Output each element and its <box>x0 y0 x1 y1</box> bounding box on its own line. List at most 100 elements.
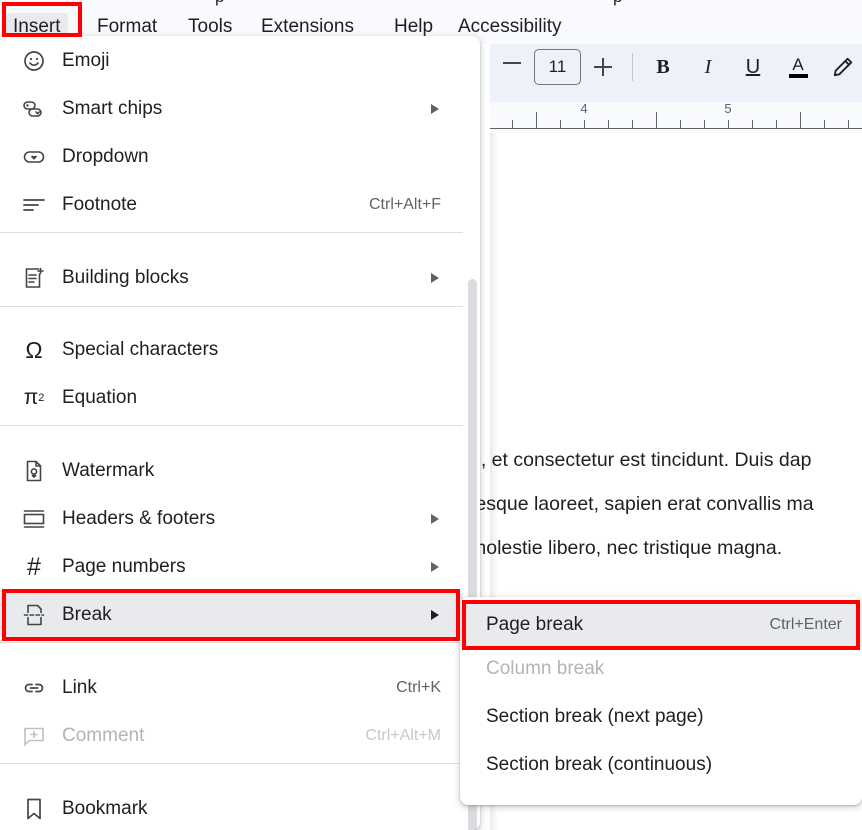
menu-item-equation[interactable]: π2 Equation <box>0 376 463 420</box>
dropdown-icon <box>20 143 48 171</box>
ruler-tick <box>680 120 681 128</box>
menu-item-label: Footnote <box>62 194 137 215</box>
text-color-button[interactable]: A <box>783 52 813 82</box>
font-size-input[interactable]: 11 <box>534 49 581 85</box>
menu-item-footnote[interactable]: Footnote Ctrl+Alt+F <box>0 183 463 227</box>
menu-item-building-blocks[interactable]: Building blocks <box>0 256 463 300</box>
omega-icon: Ω <box>25 336 43 363</box>
horizontal-ruler[interactable]: 4 5 <box>490 101 862 133</box>
menu-item-emoji[interactable]: Emoji <box>0 39 463 83</box>
break-submenu: Page break Ctrl+Enter Column break Secti… <box>460 597 862 805</box>
menu-item-shortcut: Ctrl+Alt+M <box>365 727 441 744</box>
increase-font-size-button-bar <box>602 58 604 76</box>
chevron-right-icon <box>431 514 439 524</box>
ruler-tick <box>704 120 705 128</box>
menu-item-label: Bookmark <box>62 798 148 819</box>
menu-item-dropdown[interactable]: Dropdown <box>0 135 463 179</box>
ruler-tick <box>728 120 729 128</box>
menu-item-label: Break <box>62 604 112 625</box>
menu-item-label: Page numbers <box>62 556 186 577</box>
menu-item-label: Smart chips <box>62 98 163 119</box>
menu-item-label: Comment <box>62 725 145 746</box>
menu-item-label: Headers & footers <box>62 508 216 529</box>
submenu-item-page-break[interactable]: Page break Ctrl+Enter <box>460 603 862 647</box>
ruler-tick <box>560 120 561 128</box>
menu-item-watermark[interactable]: Watermark <box>0 449 463 493</box>
menu-item-label: Emoji <box>62 50 110 71</box>
formatting-toolbar: 11 B I U A <box>490 44 862 102</box>
ruler-tick <box>512 120 513 128</box>
page-numbers-icon: # <box>27 552 41 581</box>
chevron-right-icon <box>431 610 439 620</box>
ruler-tick <box>632 120 633 128</box>
bold-button[interactable]: B <box>648 52 678 82</box>
submenu-item-shortcut: Ctrl+Enter <box>769 616 842 633</box>
comment-icon <box>20 722 48 750</box>
toolbar-divider <box>632 53 633 81</box>
menu-item-page-numbers[interactable]: # Page numbers <box>0 545 463 589</box>
submenu-item-section-break-continuous[interactable]: Section break (continuous) <box>460 743 862 787</box>
ruler-tick <box>800 112 801 128</box>
ruler-tick <box>536 112 537 128</box>
insert-dropdown-menu: Emoji Smart chips Dropdown Footnote Ctrl… <box>0 36 480 830</box>
ruler-tick <box>752 120 753 128</box>
italic-button[interactable]: I <box>693 52 723 82</box>
text-color-swatch <box>788 74 808 78</box>
submenu-item-label: Section break (continuous) <box>486 754 713 775</box>
headers-footers-icon <box>20 505 48 533</box>
ruler-number: 4 <box>580 101 588 116</box>
menu-item-special-characters[interactable]: Ω Special characters <box>0 328 463 372</box>
menu-item-bookmark[interactable]: Bookmark <box>0 787 463 830</box>
menu-item-label: Equation <box>62 387 138 408</box>
chevron-right-icon <box>431 562 439 572</box>
menu-item-label: Dropdown <box>62 146 149 167</box>
ruler-tick <box>584 120 585 128</box>
submenu-item-label: Section break (next page) <box>486 706 704 727</box>
chevron-right-icon <box>431 104 439 114</box>
submenu-item-column-break: Column break <box>460 647 862 691</box>
ruler-tick <box>776 120 777 128</box>
break-icon <box>20 601 48 629</box>
menu-separator <box>0 306 463 307</box>
document-text-line: molestie libero, nec tristique magna. <box>470 537 783 559</box>
bookmark-icon <box>20 795 48 823</box>
chevron-right-icon <box>431 273 439 283</box>
ruler-tick <box>608 120 609 128</box>
menu-item-comment: Comment Ctrl+Alt+M <box>0 714 463 758</box>
menu-item-label: Watermark <box>62 460 155 481</box>
ruler-tick <box>848 120 849 128</box>
text-color-letter: A <box>792 55 804 74</box>
menu-separator <box>0 763 463 764</box>
footnote-icon <box>20 191 48 219</box>
ruler-baseline <box>490 128 862 129</box>
document-text-line: n, et consectetur est tincidunt. Duis da… <box>470 449 812 471</box>
ruler-tick <box>656 112 657 128</box>
menu-item-break[interactable]: Break <box>0 593 463 637</box>
docs-insert-menu-screen: p p 11 B I U A <box>0 0 862 830</box>
submenu-item-label: Column break <box>486 658 605 679</box>
menu-item-label: Building blocks <box>62 267 189 288</box>
decrease-font-size-button[interactable] <box>503 62 521 64</box>
submenu-item-section-break-next-page[interactable]: Section break (next page) <box>460 695 862 739</box>
ruler-tick <box>824 120 825 128</box>
menu-item-label: Link <box>62 677 97 698</box>
menu-item-smart-chips[interactable]: Smart chips <box>0 87 463 131</box>
menu-separator <box>0 232 463 233</box>
ruler-number: 5 <box>724 101 732 116</box>
highlight-color-icon[interactable] <box>828 52 858 82</box>
menu-item-headers-footers[interactable]: Headers & footers <box>0 497 463 541</box>
link-icon <box>20 674 48 702</box>
watermark-icon <box>20 457 48 485</box>
menu-item-label: Special characters <box>62 339 219 360</box>
underline-button[interactable]: U <box>738 52 768 82</box>
menu-item-shortcut: Ctrl+K <box>396 679 441 696</box>
menu-item-shortcut: Ctrl+Alt+F <box>368 196 441 213</box>
smart-chips-icon <box>20 95 48 123</box>
menu-separator <box>0 642 463 643</box>
submenu-item-label: Page break <box>486 614 584 635</box>
building-blocks-icon <box>20 264 48 292</box>
equation-icon: π2 <box>23 386 45 409</box>
emoji-icon <box>20 47 48 75</box>
document-text-line: tesque laoreet, sapien erat convallis ma <box>470 493 814 515</box>
menu-item-link[interactable]: Link Ctrl+K <box>0 666 463 710</box>
